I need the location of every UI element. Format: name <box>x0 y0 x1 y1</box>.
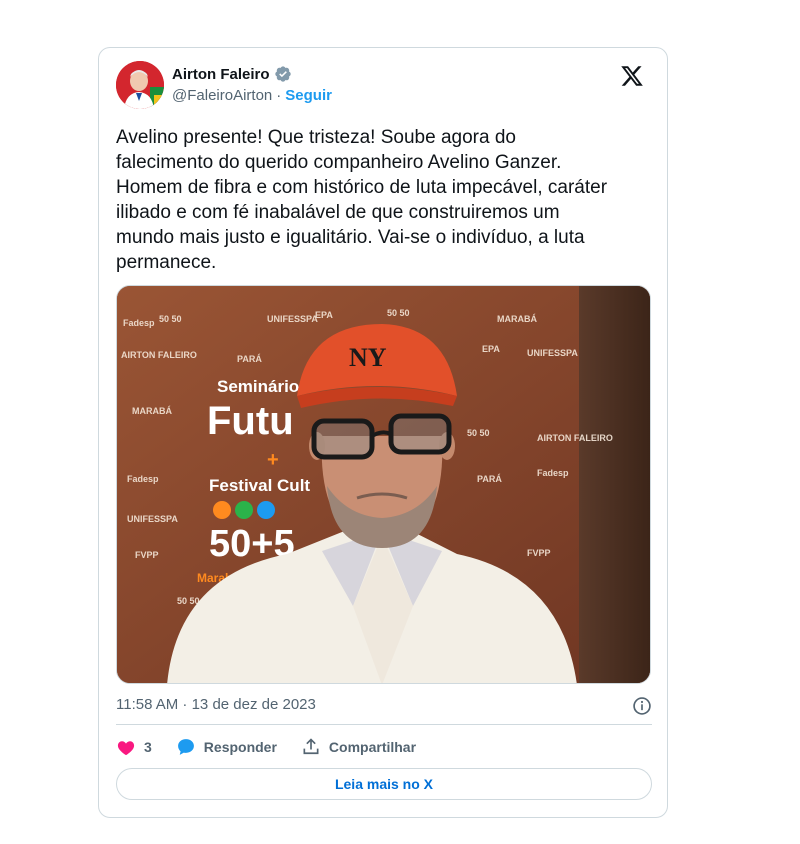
tweet-header: Airton Faleiro @FaleiroAirton · Seguir <box>116 60 652 110</box>
banner-logo: UNIFESSPA <box>127 514 178 524</box>
read-more-button[interactable]: Leia mais no X <box>116 768 652 800</box>
banner-logo: FVPP <box>527 548 551 558</box>
banner-logo: 50 50 <box>387 308 410 318</box>
banner-logo: 50 50 <box>159 314 182 324</box>
banner-logo: EPA <box>482 344 500 354</box>
author-name[interactable]: Airton Faleiro <box>172 66 270 83</box>
cap-logo: NY <box>349 343 387 372</box>
share-upload-icon <box>303 738 319 755</box>
banner-logo: MARABÁ <box>132 406 172 416</box>
share-label: Compartilhar <box>328 739 417 755</box>
banner-title-2: Futu <box>207 399 294 443</box>
tweet-card: Airton Faleiro @FaleiroAirton · Seguir A… <box>98 47 668 818</box>
verified-badge-icon <box>274 65 292 83</box>
banner-logo: Fadesp <box>127 474 159 484</box>
tweet-text: Avelino presente! Que tristeza! Soube ag… <box>116 127 608 273</box>
banner-logo: EPA <box>315 310 333 320</box>
banner-logo: UNIFESSPA <box>527 348 578 358</box>
banner-logo: PARÁ <box>477 474 502 484</box>
banner-title-1: Seminário <box>217 377 299 396</box>
timestamp-row: 11:58 AM · 13 de dez de 2023 <box>116 696 652 716</box>
reply-label: Responder <box>203 739 277 755</box>
banner-logo: AIRTON FALEIRO <box>121 350 197 360</box>
banner-logo: PARÁ <box>237 354 262 364</box>
info-icon[interactable] <box>632 696 652 716</box>
action-bar: 3 Responder Compartilhar <box>116 735 440 759</box>
banner-logo: 50 50 <box>177 596 200 606</box>
x-logo-icon[interactable] <box>620 64 644 88</box>
banner-title-3: Festival Cult <box>209 476 310 495</box>
follow-button[interactable]: Seguir <box>285 87 332 104</box>
author-name-row: Airton Faleiro <box>172 65 292 83</box>
share-button[interactable]: Compartilhar <box>301 737 416 757</box>
like-button[interactable]: 3 <box>116 737 152 757</box>
handle-separator: · <box>276 87 282 104</box>
reply-button[interactable]: Responder <box>176 737 277 757</box>
banner-plus: + <box>267 449 279 471</box>
reply-bubble-icon <box>177 739 194 755</box>
banner-logo: 50 50 <box>467 428 490 438</box>
divider <box>116 724 652 725</box>
avatar[interactable] <box>116 61 164 109</box>
tweet-timestamp[interactable]: 11:58 AM · 13 de dez de 2023 <box>116 696 316 713</box>
banner-logo: FVPP <box>135 550 159 560</box>
banner-logo: UNIFESSPA <box>267 314 318 324</box>
banner-logo: AIRTON FALEIRO <box>537 433 613 443</box>
author-handle-row: @FaleiroAirton · Seguir <box>172 87 332 104</box>
author-handle[interactable]: @FaleiroAirton <box>172 87 272 104</box>
banner-logo: MARABÁ <box>497 314 537 324</box>
banner-logo: Fadesp <box>123 318 155 328</box>
tweet-photo[interactable]: Fadesp 50 50 UNIFESSPA EPA 50 50 MARABÁ … <box>116 285 651 684</box>
heart-icon <box>117 741 135 756</box>
like-count: 3 <box>144 739 152 755</box>
banner-logo: Fadesp <box>537 468 569 478</box>
